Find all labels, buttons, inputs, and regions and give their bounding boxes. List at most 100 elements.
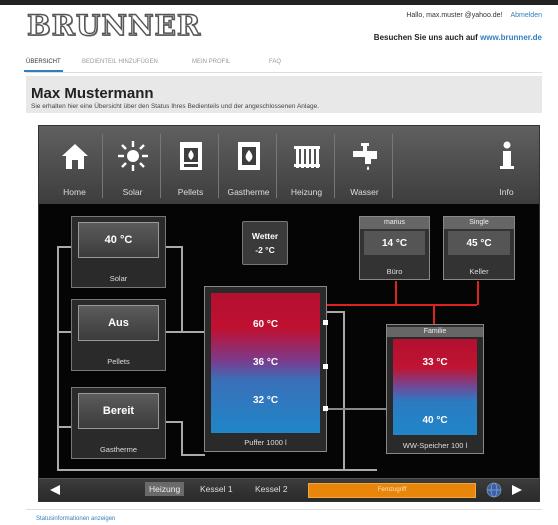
gastherme-label: Gastherme [99,445,138,454]
home-icon [62,144,88,169]
nav-bedienteil-hinzufuegen[interactable]: BEDIENTEIL HINZUFÜGEN [82,59,158,65]
toolbar-separator [276,134,277,198]
pipe [57,246,72,248]
globe-icon[interactable] [486,482,502,498]
toolbar-separator [218,134,219,198]
pipe [57,426,72,428]
room-name: Büro [386,267,403,276]
toolbar-solar[interactable]: Solar [105,132,160,204]
room-temp: 14 °C [364,231,425,255]
pipe [343,311,345,471]
room-user: marius [360,217,429,229]
brunner-logo[interactable]: BRUNNER [26,8,201,42]
toolbar-info[interactable]: Info [479,132,534,204]
pipe [181,246,183,331]
room-keller[interactable]: Single 45 °C Keller [443,216,515,280]
remote-access-bar[interactable]: Fernzugriff [308,483,476,498]
weather-title: Wetter [251,231,279,241]
arrow-right-icon[interactable] [511,484,523,496]
room-temp: 45 °C [448,231,510,255]
weather-value: -2 °C [255,245,275,255]
room-name: Keller [469,267,489,276]
greeting-text: Hallo, max.muster @yahoo.de! [406,12,503,19]
pipe [57,331,72,333]
buffer-tank[interactable]: 60 °C 36 °C 32 °C Puffer 1000 l [204,286,327,452]
sensor-marker [323,364,328,369]
room-user: Single [444,217,514,229]
page-header: Max Mustermann Sie erhalten hier eine Üb… [26,76,542,113]
ww-temp-bottom: 40 °C [422,415,448,426]
tab-kessel-2[interactable]: Kessel 2 [255,484,288,494]
status-footer: Statusinformationen anzeigen [26,509,542,525]
toolbar-heizung[interactable]: Heizung [279,132,334,204]
pellets-value: Aus [78,305,159,341]
hot-water-pipe [433,304,435,325]
toolbar-separator [102,134,103,198]
toolbar-info-label: Info [499,187,514,197]
page-title: Max Mustermann [31,85,154,102]
toolbar-gastherme[interactable]: Gastherme [221,132,276,204]
gas-boiler-icon [238,142,260,170]
hot-water-pipe [477,281,479,305]
toolbar-separator [160,134,161,198]
pellets-box[interactable]: Aus Pellets [71,299,166,371]
toolbar-pellets[interactable]: Pellets [163,132,218,204]
toolbar-solar-label: Solar [122,187,143,197]
pipe [181,454,205,456]
sensor-marker [323,320,328,325]
buffer-temp-top: 60 °C [252,319,279,330]
pipe [57,469,377,471]
ww-temp-top: 33 °C [422,357,448,368]
nav-uebersicht[interactable]: ÜBERSICHT [24,59,63,72]
sun-icon [118,141,148,171]
hot-water-pipe [327,304,477,306]
solar-value: 40 °C [78,222,159,258]
nav-faq[interactable]: FAQ [269,59,281,65]
tab-heizung[interactable]: Heizung [145,482,185,496]
info-icon [500,141,514,169]
toolbar-home-label: Home [63,187,86,197]
website-link[interactable]: www.brunner.de [480,33,542,42]
visit-text: Besuchen Sie uns auch auf www.brunner.de [374,33,542,42]
status-info-link[interactable]: Statusinformationen anzeigen [36,516,115,522]
arrow-left-icon[interactable] [49,484,61,496]
radiator-icon [294,146,320,168]
user-greeting: Hallo, max.muster @yahoo.de! Abmelden [406,12,542,19]
page-subtitle: Sie erhalten hier eine Übersicht über de… [31,103,319,110]
buffer-label: Puffer 1000 l [244,438,287,447]
toolbar-wasser[interactable]: Wasser [337,132,392,204]
toolbar-pellets-label: Pellets [177,187,204,197]
ww-user: Familie [387,327,483,337]
toolbar-gastherme-label: Gastherme [227,187,270,197]
pipe [327,408,387,410]
toolbar-heizung-label: Heizung [290,187,323,197]
panel-bottom-bar: Heizung Kessel 1 Kessel 2 Fernzugriff [39,478,539,501]
toolbar-separator [392,134,393,198]
buffer-temp-middle: 36 °C [252,357,279,368]
pellet-stove-icon [180,142,202,170]
pipe [165,331,205,333]
gastherme-box[interactable]: Bereit Gastherme [71,387,166,459]
nav-divider [26,72,542,73]
tab-kessel-1[interactable]: Kessel 1 [200,484,233,494]
ww-tank[interactable]: Familie 33 °C 40 °C WW-Speicher 100 l [386,324,484,454]
toolbar-home[interactable]: Home [47,132,102,204]
buffer-tank-fill: 60 °C 36 °C 32 °C [211,293,320,433]
toolbar-wasser-label: Wasser [350,187,379,197]
hot-water-pipe [395,281,397,305]
sensor-marker [323,406,328,411]
nav-mein-profil[interactable]: MEIN PROFIL [192,59,230,65]
ww-label: WW-Speicher 100 l [402,441,468,450]
faucet-icon [353,143,377,170]
weather-box[interactable]: Wetter -2 °C [242,221,288,265]
solar-box[interactable]: 40 °C Solar [71,216,166,288]
visit-label: Besuchen Sie uns auch auf [373,33,478,42]
ww-tank-fill: 33 °C 40 °C [393,339,477,435]
room-buero[interactable]: marius 14 °C Büro [359,216,430,280]
logout-link[interactable]: Abmelden [510,12,542,19]
pipe [57,246,59,471]
panel-toolbar: Home Solar Pellets Gastherme Heizung Was… [39,126,539,204]
solar-label: Solar [109,274,128,283]
buffer-temp-bottom: 32 °C [252,395,279,406]
toolbar-separator [334,134,335,198]
